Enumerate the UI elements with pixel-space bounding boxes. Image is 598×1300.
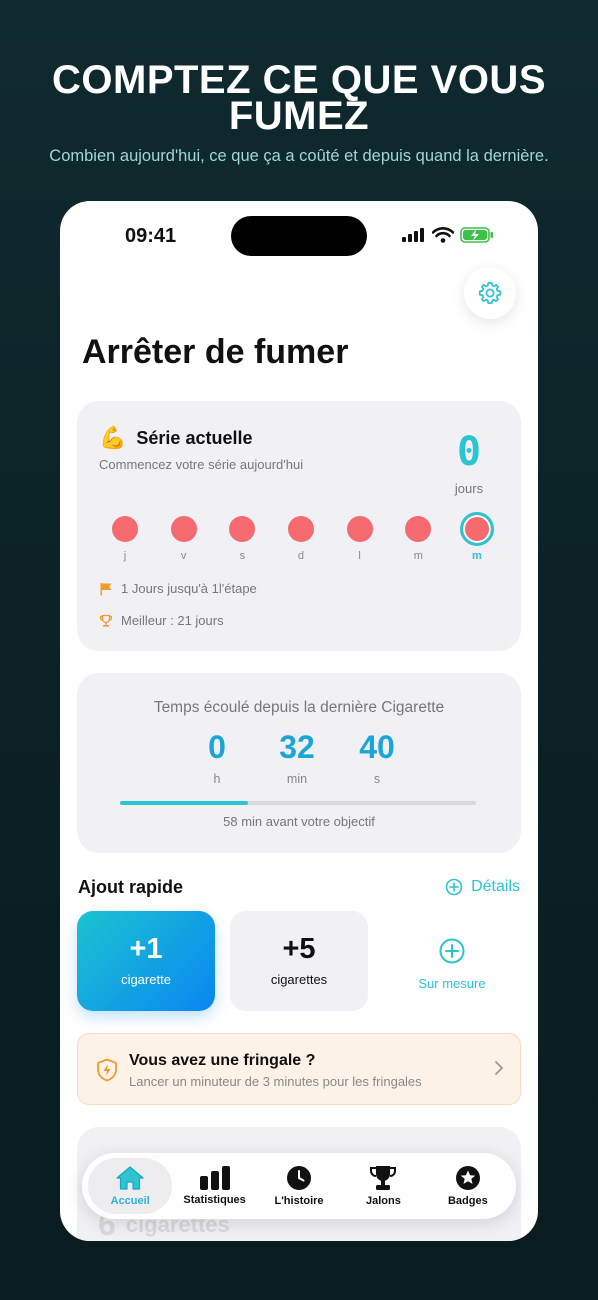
streak-title: Série actuelle: [136, 427, 253, 448]
dynamic-island: [231, 216, 367, 256]
streak-card: 💪 Série actuelle Commencez votre série a…: [77, 401, 521, 651]
timer-seconds-unit: s: [373, 772, 381, 786]
timer-minutes: 32 min: [257, 729, 337, 786]
house-icon: [116, 1166, 144, 1190]
timer-minutes-value: 32: [279, 729, 315, 765]
goal-progress-text: 58 min avant votre objectif: [223, 814, 375, 829]
timer-title: Temps écoulé depuis la dernière Cigarett…: [153, 699, 445, 716]
phone-screen: 09:41 Arrêter de fumer 💪 Série actuelle …: [60, 201, 538, 1241]
tab-label: Accueil: [110, 1195, 150, 1207]
clock-icon: [287, 1166, 312, 1190]
day-label: m: [472, 550, 482, 562]
day-dot: [405, 516, 432, 542]
timer-hours-unit: h: [213, 772, 221, 786]
streak-day: s: [222, 513, 262, 562]
timer-hours: 0 h: [177, 729, 257, 786]
craving-title: Vous avez une fringale ?: [129, 1052, 316, 1069]
custom-amount-button[interactable]: Sur mesure: [383, 937, 521, 991]
timer-seconds-value: 40: [359, 729, 395, 765]
streak-unit: jours: [454, 481, 484, 496]
timer-minutes-unit: min: [286, 772, 308, 786]
tab-statistics[interactable]: Statistiques: [172, 1158, 256, 1214]
best-text: Meilleur : 21 jours: [121, 613, 224, 628]
timer-values: 0 h 32 min 40 s: [177, 729, 417, 786]
craving-subtitle: Lancer un minuteur de 3 minutes pour les…: [129, 1074, 422, 1089]
flexed-biceps-icon: 💪: [99, 425, 127, 450]
tab-home[interactable]: Accueil: [88, 1158, 173, 1214]
promo-title: COMPTEZ CE QUE VOUS FUMEZ: [52, 58, 546, 138]
streak-day: j: [105, 513, 145, 562]
streak-day: d: [281, 513, 321, 562]
tab-label: Statistiques: [183, 1194, 246, 1206]
streak-header: 💪 Série actuelle: [99, 425, 252, 451]
add-five-label: cigarettes: [270, 972, 328, 987]
timer-hours-value: 0: [208, 729, 226, 765]
signal-icon: [402, 228, 424, 242]
day-label: l: [358, 550, 361, 562]
streak-day: m: [398, 513, 438, 562]
add-five-cigarettes-button[interactable]: +5 cigarettes: [230, 911, 368, 1011]
goal-progress-fill: [120, 801, 249, 805]
details-label: Détails: [471, 878, 520, 895]
tab-milestones[interactable]: Jalons: [341, 1158, 425, 1214]
streak-day-today: m: [457, 512, 497, 562]
day-label: j: [123, 550, 127, 562]
custom-amount-label: Sur mesure: [418, 976, 486, 991]
day-dot: [287, 516, 314, 542]
day-label: d: [297, 550, 305, 562]
tab-history[interactable]: L'histoire: [257, 1158, 341, 1214]
star-badge-icon: [455, 1166, 480, 1190]
day-dot: [170, 516, 197, 542]
trophy-icon: [370, 1166, 397, 1190]
wifi-icon: [432, 227, 454, 243]
flag-icon: [100, 582, 112, 595]
day-dot: [229, 516, 256, 542]
day-dot: [346, 516, 373, 542]
streak-day: l: [340, 513, 380, 562]
milestone-row: 1 Jours jusqu'à 1l'étape: [99, 581, 257, 596]
status-icons: [402, 227, 494, 243]
shield-bolt-icon: [97, 1058, 117, 1082]
best-row: Meilleur : 21 jours: [99, 613, 224, 628]
plus-circle-icon: [445, 878, 463, 896]
trophy-small-icon: [99, 614, 113, 627]
tab-label: L'histoire: [274, 1195, 324, 1207]
day-dot: [459, 512, 494, 546]
plus-circle-icon: [439, 938, 465, 964]
battery-charging-icon: [460, 227, 493, 243]
tab-bar: Accueil Statistiques L'histoire Jalons B…: [82, 1153, 516, 1219]
gear-icon: [478, 281, 502, 305]
timer-card: Temps écoulé depuis la dernière Cigarett…: [77, 673, 521, 853]
page-title: Arrêter de fumer: [82, 333, 349, 371]
add-five-value: +5: [282, 933, 316, 965]
promo-subtitle: Combien aujourd'hui, ce que ça a coûté e…: [49, 147, 549, 165]
day-label: m: [413, 550, 423, 562]
day-label: s: [239, 550, 246, 562]
bar-chart-icon: [199, 1166, 230, 1190]
day-label: v: [180, 550, 187, 562]
tab-label: Badges: [447, 1195, 488, 1207]
add-one-value: +1: [129, 933, 163, 965]
timer-seconds: 40 s: [337, 729, 417, 786]
streak-days: j v s d l m m: [105, 512, 497, 562]
day-dot: [112, 516, 138, 542]
streak-count: 0: [456, 429, 482, 475]
chevron-right-icon: [495, 1061, 503, 1075]
add-one-label: cigarette: [121, 972, 171, 987]
tab-badges[interactable]: Badges: [426, 1158, 510, 1214]
status-time: 09:41: [125, 225, 177, 247]
add-one-cigarette-button[interactable]: +1 cigarette: [77, 911, 215, 1011]
streak-subtitle: Commencez votre série aujourd'hui: [99, 457, 304, 472]
streak-day: v: [164, 513, 204, 562]
settings-button[interactable]: [464, 267, 516, 319]
goal-progress-bar: [120, 801, 476, 805]
milestone-text: 1 Jours jusqu'à 1l'étape: [121, 581, 257, 596]
tab-label: Jalons: [365, 1195, 401, 1207]
craving-timer-card[interactable]: Vous avez une fringale ? Lancer un minut…: [77, 1033, 521, 1105]
quick-add-title: Ajout rapide: [78, 877, 184, 897]
details-link[interactable]: Détails: [445, 878, 520, 896]
